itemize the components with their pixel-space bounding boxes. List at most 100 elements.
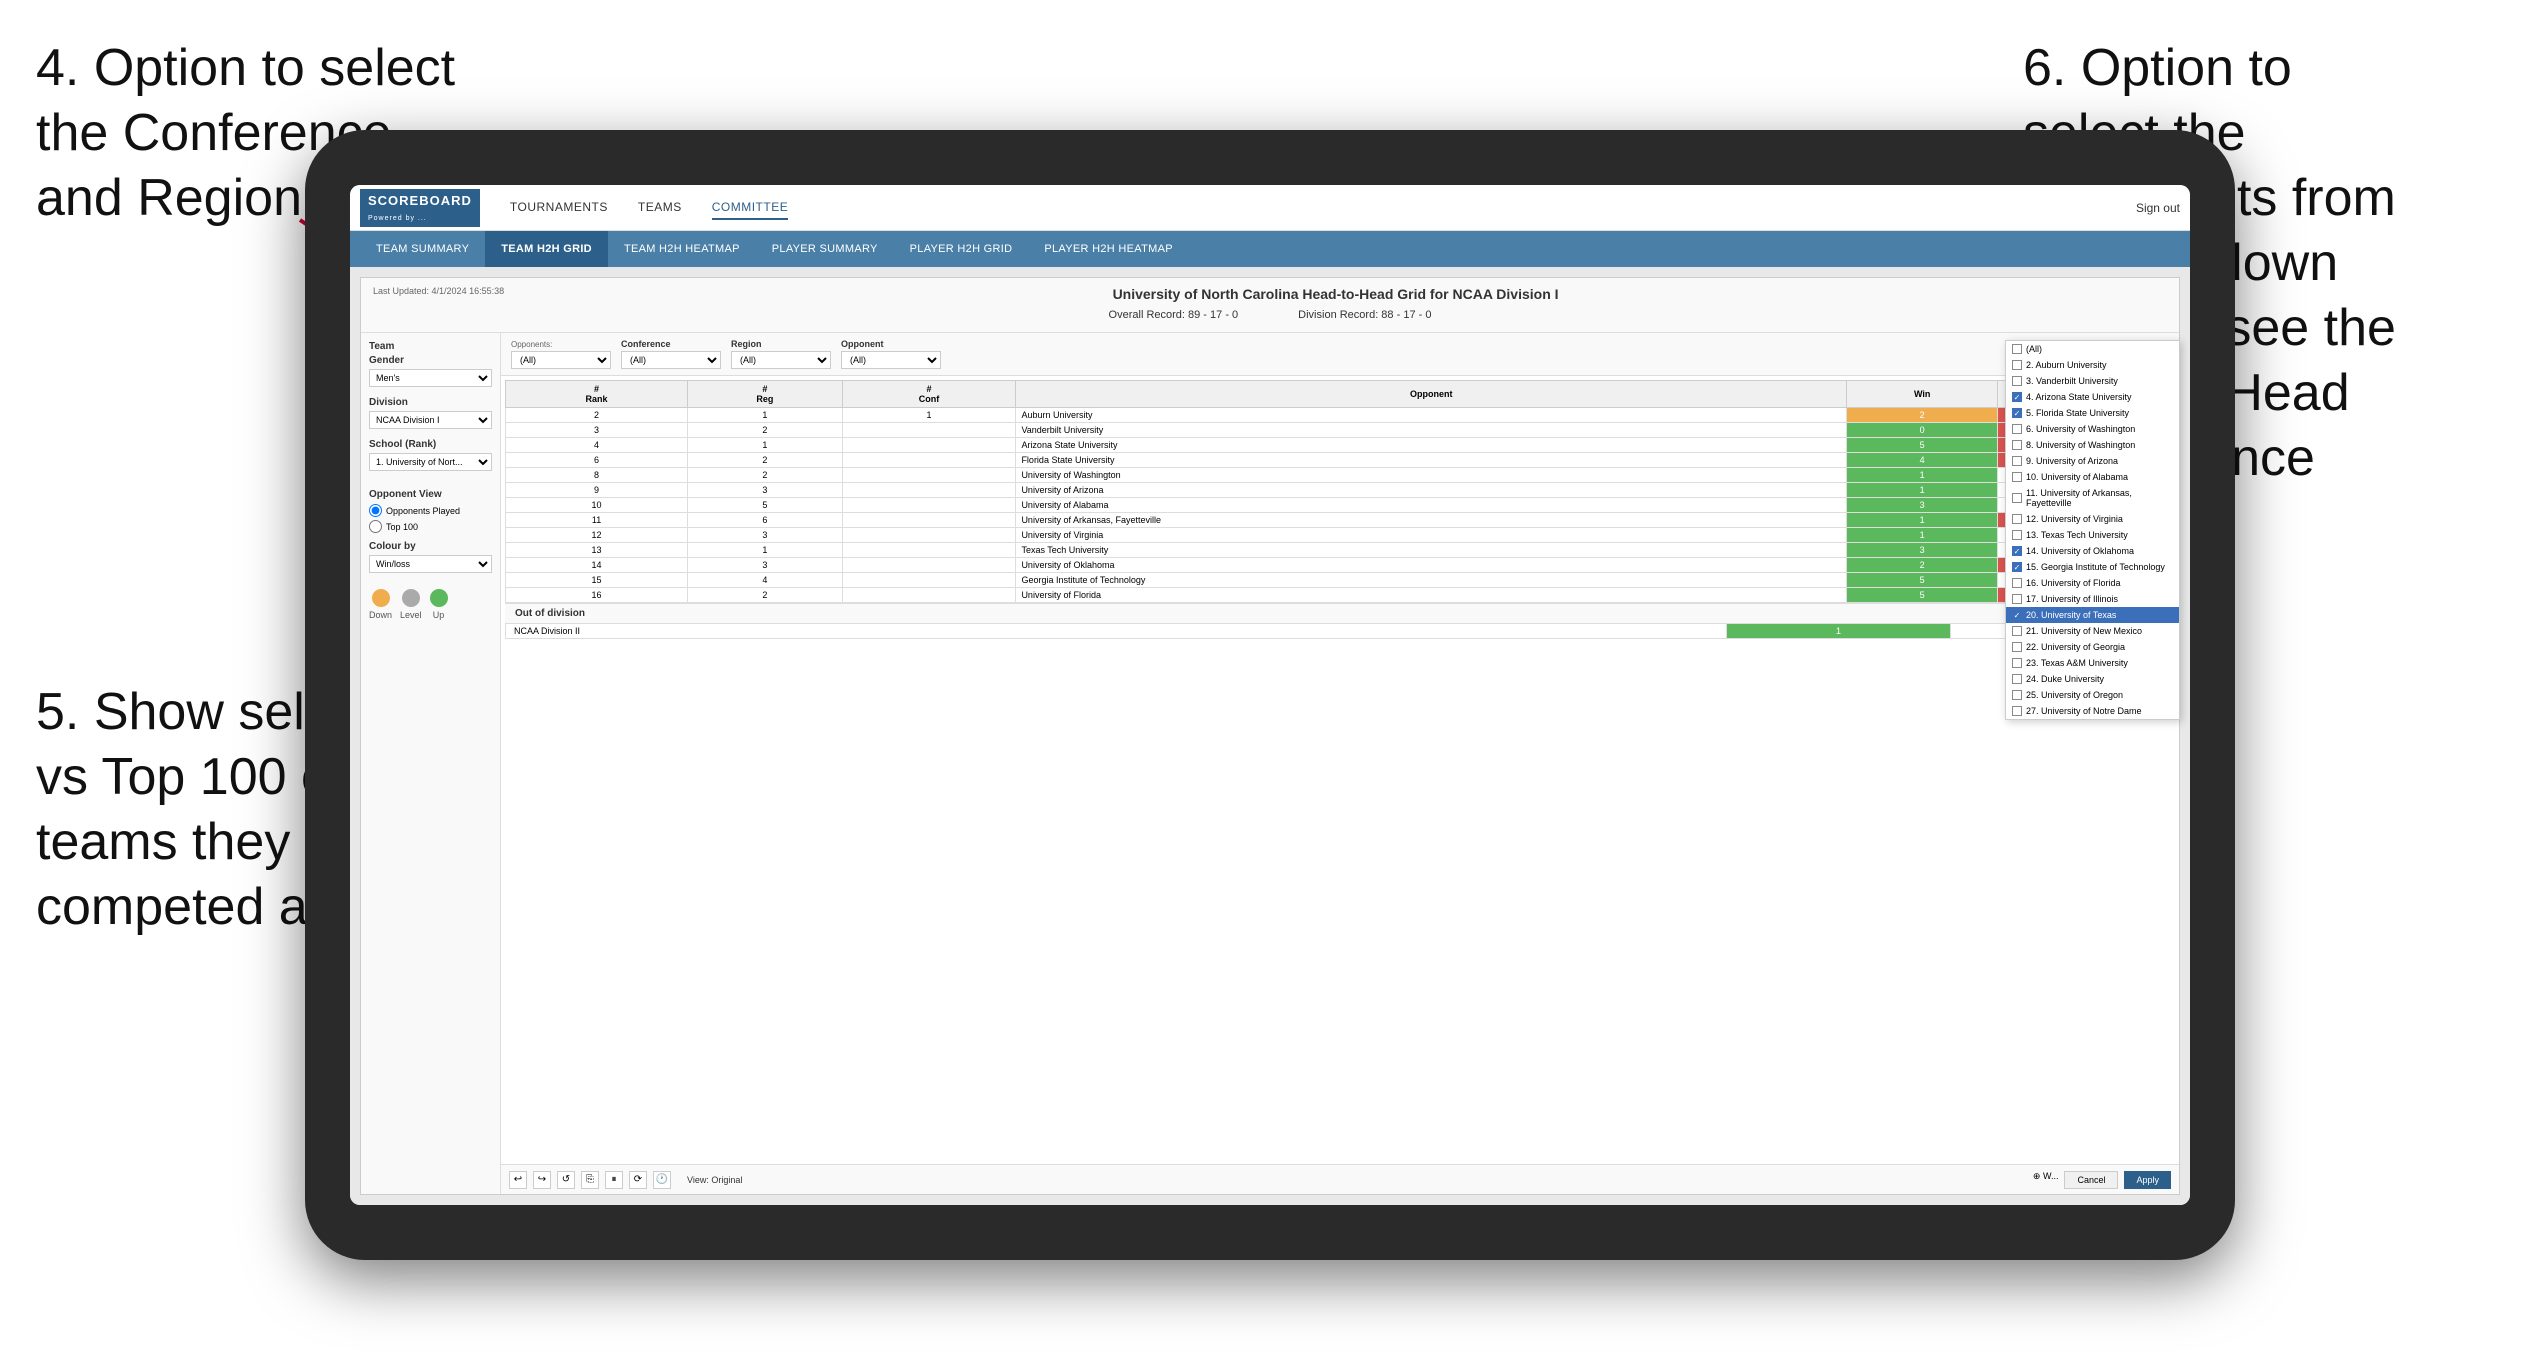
- opponents-played-radio[interactable]: Opponents Played: [369, 504, 492, 517]
- dropdown-item[interactable]: 22. University of Georgia: [2006, 639, 2179, 655]
- dropdown-item[interactable]: ✓ 15. Georgia Institute of Technology: [2006, 559, 2179, 575]
- dropdown-item[interactable]: 28. The Ohio State University: [2006, 719, 2179, 720]
- checkbox[interactable]: [2012, 493, 2022, 503]
- nav-tournaments[interactable]: TOURNAMENTS: [510, 196, 608, 220]
- colour-by-select[interactable]: Win/loss: [369, 555, 492, 573]
- checkbox[interactable]: [2012, 424, 2022, 434]
- checkbox[interactable]: [2012, 514, 2022, 524]
- dropdown-item-label: 15. Georgia Institute of Technology: [2026, 562, 2165, 572]
- dropdown-item[interactable]: ✓5. Florida State University: [2006, 405, 2179, 421]
- cell-win: 1: [1847, 468, 1998, 483]
- checkbox[interactable]: [2012, 376, 2022, 386]
- dropdown-item[interactable]: (All): [2006, 341, 2179, 357]
- copy-btn[interactable]: ⎘: [581, 1171, 599, 1189]
- checkbox[interactable]: [2012, 594, 2022, 604]
- checkbox[interactable]: [2012, 690, 2022, 700]
- nav-committee[interactable]: COMMITTEE: [712, 196, 789, 220]
- top-100-radio[interactable]: Top 100: [369, 520, 492, 533]
- opponent-view-label: Opponent View: [369, 489, 492, 500]
- apply-button[interactable]: Apply: [2124, 1171, 2171, 1189]
- out-of-division-table: NCAA Division II 1 0: [505, 623, 2175, 639]
- pause-btn[interactable]: ⏸: [605, 1171, 623, 1189]
- checkbox[interactable]: [2012, 642, 2022, 652]
- cell-reg: 2: [688, 588, 843, 603]
- refresh-btn[interactable]: ⟳: [629, 1171, 647, 1189]
- dropdown-item[interactable]: 10. University of Alabama: [2006, 469, 2179, 485]
- dropdown-item[interactable]: 13. Texas Tech University: [2006, 527, 2179, 543]
- tab-team-summary[interactable]: TEAM SUMMARY: [360, 231, 485, 267]
- checkbox[interactable]: [2012, 472, 2022, 482]
- out-div-row: NCAA Division II 1 0: [506, 624, 2175, 639]
- division-select[interactable]: NCAA Division I: [369, 411, 492, 429]
- conference-select[interactable]: (All): [621, 351, 721, 369]
- tab-player-h2h-grid[interactable]: PLAYER H2H GRID: [894, 231, 1029, 267]
- cell-win: 3: [1847, 498, 1998, 513]
- cell-opponent: Auburn University: [1016, 408, 1847, 423]
- cell-conf: [842, 498, 1016, 513]
- checkbox[interactable]: [2012, 344, 2022, 354]
- dropdown-item-label: 23. Texas A&M University: [2026, 658, 2128, 668]
- checkbox[interactable]: [2012, 674, 2022, 684]
- checkbox[interactable]: [2012, 456, 2022, 466]
- dropdown-item[interactable]: ✓20. University of Texas: [2006, 607, 2179, 623]
- checkbox[interactable]: ✓: [2012, 546, 2022, 556]
- school-select[interactable]: 1. University of Nort...: [369, 453, 492, 471]
- checkbox[interactable]: [2012, 440, 2022, 450]
- dropdown-item[interactable]: 24. Duke University: [2006, 671, 2179, 687]
- checkbox[interactable]: [2012, 530, 2022, 540]
- dropdown-item[interactable]: 9. University of Arizona: [2006, 453, 2179, 469]
- gender-select[interactable]: Men's Women's: [369, 369, 492, 387]
- table-row: 10 5 University of Alabama 3 0: [506, 498, 2175, 513]
- cancel-button[interactable]: Cancel: [2064, 1171, 2118, 1189]
- undo-btn[interactable]: ↩: [509, 1171, 527, 1189]
- dropdown-item[interactable]: 27. University of Notre Dame: [2006, 703, 2179, 719]
- dropdown-item[interactable]: 23. Texas A&M University: [2006, 655, 2179, 671]
- dropdown-item[interactable]: ✓4. Arizona State University: [2006, 389, 2179, 405]
- dropdown-item[interactable]: 3. Vanderbilt University: [2006, 373, 2179, 389]
- dropdown-item[interactable]: 16. University of Florida: [2006, 575, 2179, 591]
- cell-rank: 4: [506, 438, 688, 453]
- cell-opponent: Texas Tech University: [1016, 543, 1847, 558]
- tab-team-h2h-grid[interactable]: TEAM H2H GRID: [485, 231, 608, 267]
- opponent-select[interactable]: (All): [841, 351, 941, 369]
- cell-conf: [842, 483, 1016, 498]
- redo-btn[interactable]: ↪: [533, 1171, 551, 1189]
- reset-btn[interactable]: ↺: [557, 1171, 575, 1189]
- checkbox[interactable]: [2012, 626, 2022, 636]
- checkbox[interactable]: ✓: [2012, 562, 2022, 572]
- tablet-screen: SCOREBOARD Powered by ... TOURNAMENTS TE…: [350, 185, 2190, 1205]
- dropdown-item[interactable]: 25. University of Oregon: [2006, 687, 2179, 703]
- dropdown-item[interactable]: 8. University of Washington: [2006, 437, 2179, 453]
- checkbox[interactable]: ✓: [2012, 610, 2022, 620]
- checkbox[interactable]: ✓: [2012, 392, 2022, 402]
- nav-teams[interactable]: TEAMS: [638, 196, 682, 220]
- cell-win: 4: [1847, 453, 1998, 468]
- dropdown-item[interactable]: 21. University of New Mexico: [2006, 623, 2179, 639]
- dropdown-item[interactable]: 2. Auburn University: [2006, 357, 2179, 373]
- clock-btn[interactable]: 🕐: [653, 1171, 671, 1189]
- nav-signout[interactable]: Sign out: [2136, 201, 2180, 215]
- dropdown-item[interactable]: ✓ 14. University of Oklahoma: [2006, 543, 2179, 559]
- checkbox[interactable]: [2012, 360, 2022, 370]
- tab-player-h2h-heatmap[interactable]: PLAYER H2H HEATMAP: [1028, 231, 1188, 267]
- dropdown-item-label: 14. University of Oklahoma: [2026, 546, 2134, 556]
- dropdown-item[interactable]: 6. University of Washington: [2006, 421, 2179, 437]
- checkbox[interactable]: [2012, 658, 2022, 668]
- region-select[interactable]: (All): [731, 351, 831, 369]
- cell-conf: [842, 468, 1016, 483]
- cell-conf: [842, 423, 1016, 438]
- filter-opponents: Opponents: (All): [511, 340, 611, 369]
- dropdown-item[interactable]: 12. University of Virginia: [2006, 511, 2179, 527]
- dropdown-item[interactable]: 11. University of Arkansas, Fayetteville: [2006, 485, 2179, 511]
- cell-opponent: Arizona State University: [1016, 438, 1847, 453]
- checkbox[interactable]: [2012, 706, 2022, 716]
- checkbox[interactable]: [2012, 578, 2022, 588]
- table-row: 4 1 Arizona State University 5 1: [506, 438, 2175, 453]
- opponent-dropdown[interactable]: (All)2. Auburn University3. Vanderbilt U…: [2005, 340, 2180, 720]
- dropdown-item[interactable]: 17. University of Illinois: [2006, 591, 2179, 607]
- opponents-select[interactable]: (All): [511, 351, 611, 369]
- tab-player-summary[interactable]: PLAYER SUMMARY: [756, 231, 894, 267]
- checkbox[interactable]: ✓: [2012, 408, 2022, 418]
- sub-tabs-bar: TEAM SUMMARY TEAM H2H GRID TEAM H2H HEAT…: [350, 231, 2190, 267]
- tab-team-h2h-heatmap[interactable]: TEAM H2H HEATMAP: [608, 231, 756, 267]
